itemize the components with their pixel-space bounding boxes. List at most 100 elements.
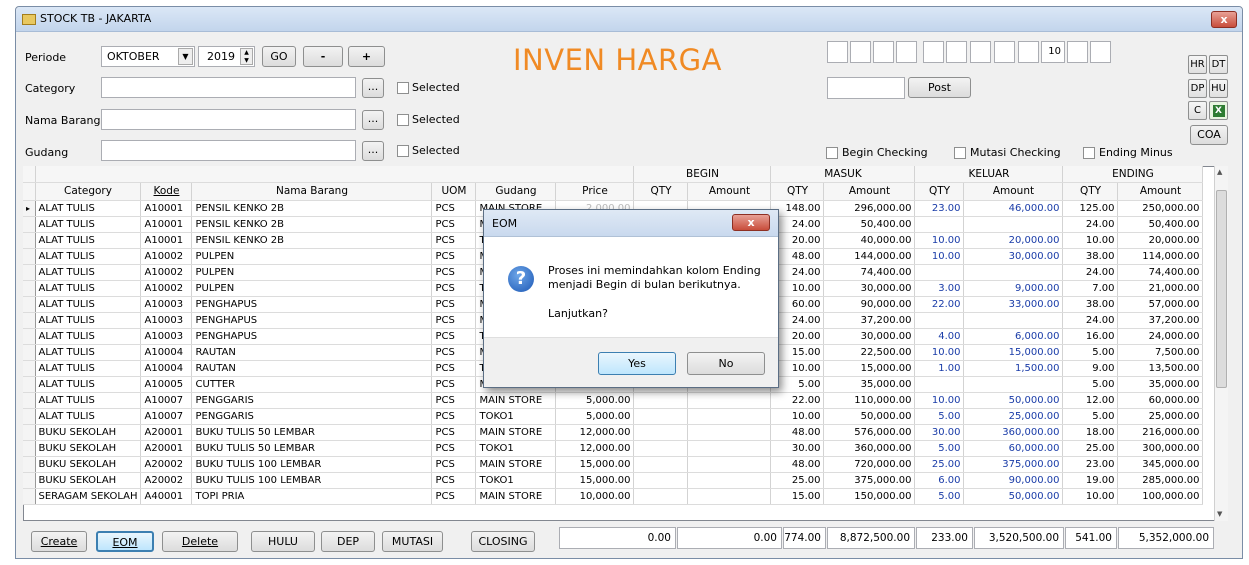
row-header[interactable] [23, 376, 36, 393]
eom-button[interactable]: EOM [96, 531, 154, 552]
year-spinner[interactable]: 2019 ▲ ▼ [198, 46, 255, 67]
table-cell[interactable]: A40001 [140, 488, 193, 505]
table-cell[interactable]: PCS [431, 456, 477, 473]
table-cell[interactable] [914, 376, 965, 393]
column-header[interactable]: QTY [914, 182, 965, 201]
table-cell[interactable] [963, 264, 1064, 281]
table-cell[interactable]: 50,400.00 [1117, 216, 1204, 233]
table-cell[interactable]: 1,500.00 [963, 360, 1064, 377]
table-cell[interactable]: 5,000.00 [555, 392, 635, 409]
table-row[interactable]: BUKU SEKOLAH A20001 BUKU TULIS 50 LEMBAR PC… [23, 440, 1204, 457]
column-header[interactable]: QTY [770, 182, 825, 201]
category-selected-checkbox[interactable] [397, 82, 409, 94]
table-cell[interactable]: ALAT TULIS [35, 248, 142, 265]
column-header[interactable]: Nama Barang [191, 182, 433, 201]
table-cell[interactable]: 48.00 [770, 424, 825, 441]
create-button[interactable]: Create [31, 531, 87, 552]
counter-box-2[interactable] [850, 41, 871, 63]
table-cell[interactable]: 50,000.00 [963, 488, 1064, 505]
column-header[interactable]: UOM [431, 182, 477, 201]
table-cell[interactable]: A10001 [140, 232, 193, 249]
table-cell[interactable]: 10.00 [1062, 488, 1119, 505]
table-cell[interactable]: 300,000.00 [1117, 440, 1204, 457]
table-cell[interactable]: 250,000.00 [1117, 200, 1204, 217]
table-cell[interactable]: BUKU SEKOLAH [35, 440, 142, 457]
table-cell[interactable] [633, 424, 689, 441]
table-cell[interactable]: PCS [431, 344, 477, 361]
table-cell[interactable]: 360,000.00 [963, 424, 1064, 441]
row-header[interactable] [23, 360, 36, 377]
column-header[interactable]: Amount [687, 182, 772, 201]
table-cell[interactable]: 5.00 [1062, 344, 1119, 361]
category-browse-button[interactable]: ... [362, 78, 384, 98]
table-cell[interactable]: 22,500.00 [823, 344, 916, 361]
nama-selected-checkbox[interactable] [397, 114, 409, 126]
close-button[interactable]: x [1211, 11, 1237, 28]
scroll-up-icon[interactable]: ▲ [1217, 168, 1222, 176]
table-cell[interactable]: A10003 [140, 312, 193, 329]
table-cell[interactable]: PCS [431, 232, 477, 249]
row-header[interactable] [23, 216, 36, 233]
table-cell[interactable]: 10.00 [914, 344, 965, 361]
table-cell[interactable]: A10004 [140, 360, 193, 377]
counter-box-4[interactable] [896, 41, 917, 63]
row-header[interactable] [23, 488, 36, 505]
table-cell[interactable]: PENSIL KENKO 2B [191, 216, 433, 233]
table-cell[interactable]: TOKO1 [475, 472, 557, 489]
counter-box-3[interactable] [873, 41, 894, 63]
table-cell[interactable]: ALAT TULIS [35, 280, 142, 297]
row-header[interactable] [23, 328, 36, 345]
table-cell[interactable]: BUKU TULIS 50 LEMBAR [191, 424, 433, 441]
table-cell[interactable]: 74,400.00 [823, 264, 916, 281]
table-cell[interactable]: 720,000.00 [823, 456, 916, 473]
table-cell[interactable]: 20,000.00 [1117, 232, 1204, 249]
month-select[interactable]: OKTOBER ▼ [101, 46, 195, 67]
counter-box-12[interactable] [1090, 41, 1111, 63]
table-cell[interactable]: 125.00 [1062, 200, 1119, 217]
table-cell[interactable]: 35,000.00 [1117, 376, 1204, 393]
table-cell[interactable]: 50,400.00 [823, 216, 916, 233]
table-cell[interactable]: PENGGARIS [191, 392, 433, 409]
table-cell[interactable]: 60,000.00 [1117, 392, 1204, 409]
table-cell[interactable]: 216,000.00 [1117, 424, 1204, 441]
table-cell[interactable]: ALAT TULIS [35, 264, 142, 281]
table-cell[interactable]: 5.00 [1062, 376, 1119, 393]
table-cell[interactable]: 90,000.00 [823, 296, 916, 313]
closing-button[interactable]: CLOSING [471, 531, 535, 552]
table-cell[interactable]: 9,000.00 [963, 280, 1064, 297]
table-cell[interactable] [963, 312, 1064, 329]
counter-box-7[interactable] [970, 41, 991, 63]
table-cell[interactable]: BUKU SEKOLAH [35, 424, 142, 441]
table-cell[interactable]: ALAT TULIS [35, 328, 142, 345]
table-cell[interactable]: A10007 [140, 408, 193, 425]
excel-icon[interactable]: X [1209, 101, 1228, 120]
table-cell[interactable]: ALAT TULIS [35, 360, 142, 377]
coa-button[interactable]: COA [1190, 125, 1228, 145]
counter-box-1[interactable] [827, 41, 848, 63]
column-header[interactable]: Gudang [475, 182, 557, 201]
plus-button[interactable]: + [348, 46, 385, 67]
table-cell[interactable]: A10005 [140, 376, 193, 393]
table-cell[interactable]: PCS [431, 328, 477, 345]
table-cell[interactable]: 40,000.00 [823, 232, 916, 249]
table-cell[interactable]: PCS [431, 248, 477, 265]
table-cell[interactable]: PCS [431, 424, 477, 441]
table-cell[interactable]: 48.00 [770, 456, 825, 473]
table-cell[interactable]: 114,000.00 [1117, 248, 1204, 265]
table-cell[interactable]: 10,000.00 [555, 488, 635, 505]
counter-box-value[interactable]: 10 [1041, 41, 1065, 63]
table-cell[interactable]: 46,000.00 [963, 200, 1064, 217]
table-cell[interactable]: 30.00 [770, 440, 825, 457]
table-cell[interactable]: BUKU TULIS 100 LEMBAR [191, 472, 433, 489]
table-cell[interactable]: 15,000.00 [963, 344, 1064, 361]
counter-box-5[interactable] [923, 41, 944, 63]
table-cell[interactable]: 30,000.00 [823, 328, 916, 345]
column-header[interactable]: QTY [633, 182, 689, 201]
gudang-input[interactable] [101, 140, 356, 161]
table-cell[interactable]: 4.00 [914, 328, 965, 345]
table-cell[interactable]: 6,000.00 [963, 328, 1064, 345]
table-row[interactable]: SERAGAM SEKOLAH A40001 TOPI PRIA PCS MAIN ST… [23, 488, 1204, 505]
scroll-thumb[interactable] [1216, 190, 1227, 388]
table-cell[interactable]: 10.00 [914, 248, 965, 265]
table-cell[interactable] [633, 456, 689, 473]
